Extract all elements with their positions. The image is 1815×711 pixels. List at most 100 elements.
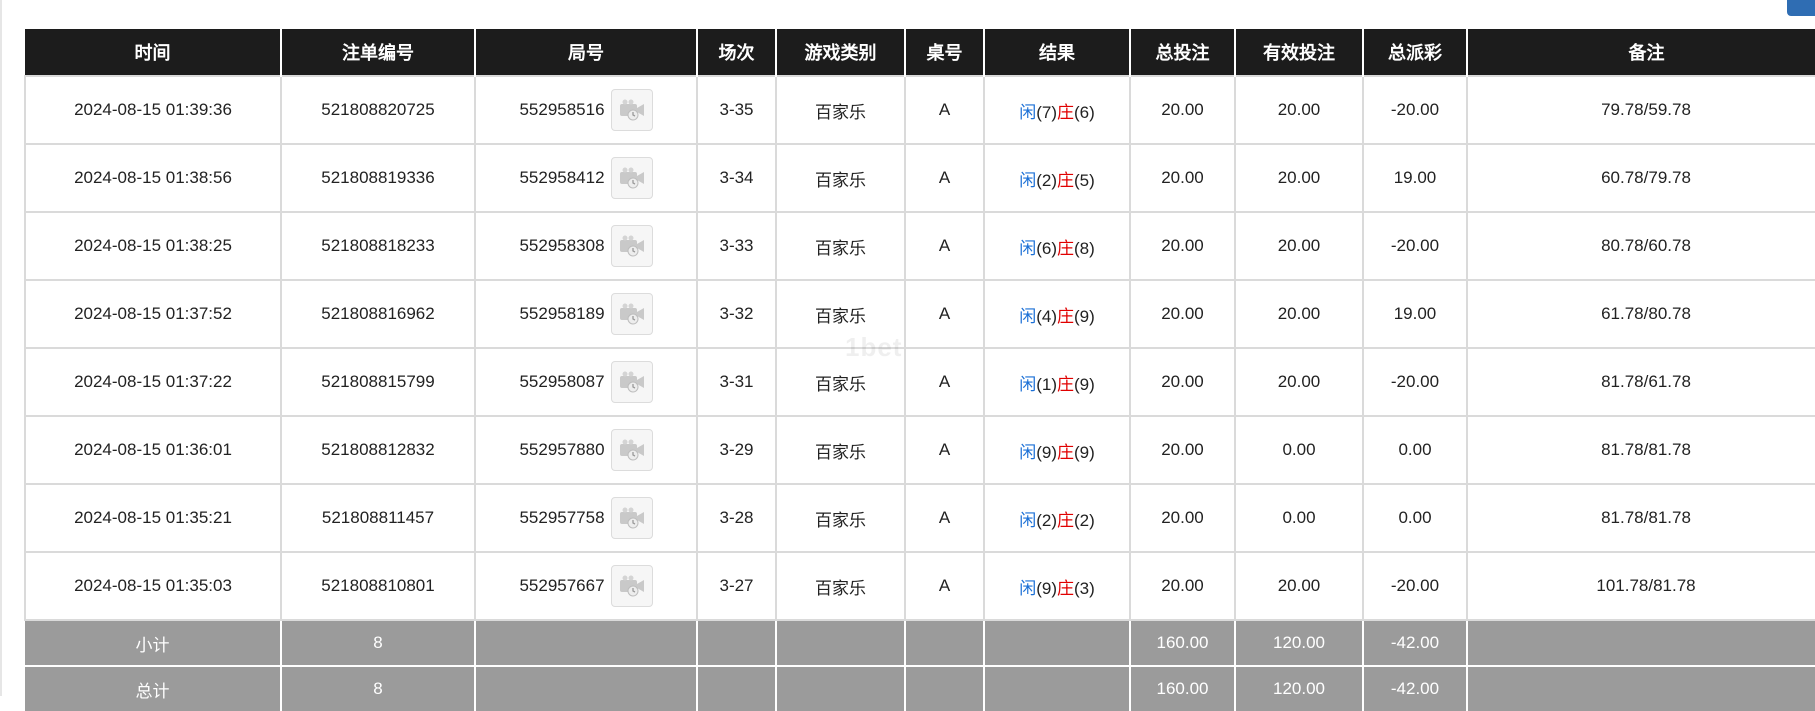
round-number: 552958412 <box>519 168 605 187</box>
banker-label: 庄 <box>1057 510 1074 530</box>
cell-game: 百家乐 <box>775 347 906 417</box>
banker-label: 庄 <box>1057 306 1074 326</box>
table-row: 2024-08-15 01:39:36 521808820725 552958516… <box>24 75 1815 145</box>
cell-valid-bet: 20.00 <box>1234 211 1364 281</box>
cell-round: 552958308 <box>474 211 698 281</box>
player-label: 闲 <box>1019 306 1037 326</box>
cell-result: 闲(9)庄(3) <box>983 551 1131 621</box>
top-right-button[interactable] <box>1787 0 1815 16</box>
cell-total-bet: 20.00 <box>1129 279 1236 349</box>
cell-game: 百家乐 <box>775 551 906 621</box>
grandtotal-valid-bet: 120.00 <box>1234 665 1363 711</box>
grandtotal-payout: -42.00 <box>1362 665 1467 711</box>
cell-total-bet: 20.00 <box>1129 483 1236 553</box>
cell-session: 3-28 <box>696 483 777 553</box>
player-score: (2) <box>1036 510 1057 530</box>
cell-game: 百家乐 <box>775 279 906 349</box>
banker-score: (6) <box>1074 102 1095 122</box>
cell-result: 闲(1)庄(9) <box>983 347 1131 417</box>
cell-table: A <box>904 347 985 417</box>
banker-score: (5) <box>1074 170 1095 190</box>
player-label: 闲 <box>1019 238 1037 258</box>
cell-time: 2024-08-15 01:36:01 <box>24 415 282 485</box>
subtotal-total-bet: 160.00 <box>1129 620 1235 666</box>
cell-table: A <box>904 483 985 553</box>
round-number: 552957880 <box>519 440 605 459</box>
grandtotal-row: 总计 8 160.00 120.00 -42.00 <box>25 665 1815 711</box>
cell-time: 2024-08-15 01:38:56 <box>24 143 282 213</box>
banker-score: (2) <box>1074 510 1095 530</box>
video-replay-icon[interactable] <box>610 293 653 335</box>
cell-total-bet: 20.00 <box>1129 551 1236 621</box>
cell-payout: -20.00 <box>1362 347 1468 417</box>
cell-note: 61.78/80.78 <box>1466 279 1815 349</box>
cell-result: 闲(6)庄(8) <box>983 211 1131 281</box>
banker-label: 庄 <box>1057 374 1074 394</box>
video-replay-icon[interactable] <box>610 565 653 607</box>
grandtotal-total-bet: 160.00 <box>1129 665 1235 711</box>
cell-bet-id: 521808818233 <box>280 211 476 281</box>
video-replay-icon[interactable] <box>610 429 653 471</box>
header-game: 游戏类别 <box>775 29 905 76</box>
cell-round: 552957880 <box>474 415 698 485</box>
cell-total-bet: 20.00 <box>1129 347 1236 417</box>
video-replay-icon[interactable] <box>610 225 653 267</box>
player-label: 闲 <box>1019 510 1037 530</box>
header-round: 局号 <box>474 29 697 76</box>
cell-round: 552958087 <box>474 347 698 417</box>
cell-table: A <box>904 211 985 281</box>
player-score: (9) <box>1036 442 1057 462</box>
table-row: 2024-08-15 01:38:56 521808819336 552958412… <box>24 143 1815 213</box>
cell-payout: 19.00 <box>1362 143 1468 213</box>
cell-payout: -20.00 <box>1362 551 1468 621</box>
cell-session: 3-33 <box>696 211 777 281</box>
header-result: 结果 <box>983 29 1130 76</box>
round-number: 552958189 <box>519 304 605 323</box>
table-row: 2024-08-15 01:35:21 521808811457 552957758… <box>24 483 1815 553</box>
subtotal-row: 小计 8 160.00 120.00 -42.00 <box>25 620 1815 666</box>
player-score: (9) <box>1036 578 1057 598</box>
cell-valid-bet: 20.00 <box>1234 279 1364 349</box>
cell-session: 3-31 <box>696 347 777 417</box>
cell-valid-bet: 20.00 <box>1234 347 1364 417</box>
cell-table: A <box>904 415 985 485</box>
banker-score: (9) <box>1074 374 1095 394</box>
video-replay-icon[interactable] <box>610 89 653 131</box>
header-time: 时间 <box>25 29 281 76</box>
cell-total-bet: 20.00 <box>1129 415 1236 485</box>
cell-round: 552958412 <box>474 143 698 213</box>
cell-result: 闲(4)庄(9) <box>983 279 1131 349</box>
player-label: 闲 <box>1019 442 1037 462</box>
cell-note: 81.78/61.78 <box>1466 347 1815 417</box>
player-label: 闲 <box>1019 102 1037 122</box>
header-valid-bet: 有效投注 <box>1234 29 1363 76</box>
cell-table: A <box>904 75 985 145</box>
video-replay-icon[interactable] <box>610 497 653 539</box>
cell-round: 552957758 <box>474 483 698 553</box>
banker-score: (8) <box>1074 238 1095 258</box>
bet-records-table: 时间 注单编号 局号 场次 游戏类别 桌号 结果 总投注 有效投注 总派彩 备注… <box>24 29 1815 711</box>
cell-bet-id: 521808811457 <box>280 483 476 553</box>
round-number: 552957758 <box>519 508 605 527</box>
cell-valid-bet: 0.00 <box>1234 483 1364 553</box>
table-row: 2024-08-15 01:38:25 521808818233 552958308… <box>24 211 1815 281</box>
cell-valid-bet: 20.00 <box>1234 551 1364 621</box>
video-replay-icon[interactable] <box>610 361 653 403</box>
player-label: 闲 <box>1019 374 1037 394</box>
grandtotal-label: 总计 <box>25 665 281 711</box>
cell-session: 3-35 <box>696 75 777 145</box>
grandtotal-count: 8 <box>280 665 475 711</box>
round-number: 552958516 <box>519 100 605 119</box>
banker-score: (3) <box>1074 578 1095 598</box>
cell-round: 552957667 <box>474 551 698 621</box>
video-replay-icon[interactable] <box>610 157 653 199</box>
cell-payout: 19.00 <box>1362 279 1468 349</box>
cell-session: 3-34 <box>696 143 777 213</box>
cell-note: 60.78/79.78 <box>1466 143 1815 213</box>
player-label: 闲 <box>1019 578 1037 598</box>
player-score: (2) <box>1036 170 1057 190</box>
cell-table: A <box>904 279 985 349</box>
cell-round: 552958516 <box>474 75 698 145</box>
cell-result: 闲(2)庄(2) <box>983 483 1131 553</box>
subtotal-label: 小计 <box>25 620 281 666</box>
